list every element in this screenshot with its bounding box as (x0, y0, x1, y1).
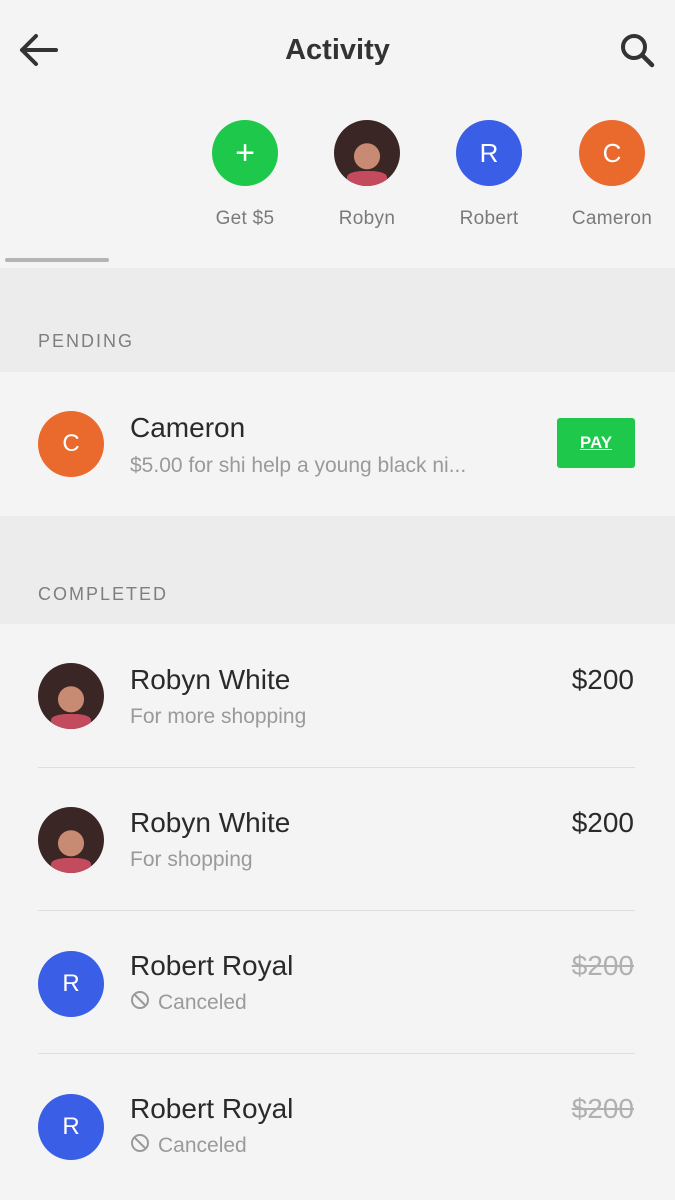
status-text: Canceled (158, 1134, 247, 1157)
recent-contacts: + Get $5 Robyn R Robert C Cameron (0, 118, 675, 238)
avatar: R (38, 951, 104, 1017)
canceled-icon (130, 1133, 150, 1159)
status-text: Canceled (158, 991, 247, 1014)
payment-note: $5.00 for shi help a young black ni... (130, 454, 467, 477)
contact-robyn[interactable]: Robyn (307, 118, 427, 230)
amount: $200 (571, 807, 634, 838)
transaction-row[interactable]: Robyn White For more shopping $200 (0, 624, 675, 764)
payment-note: For shopping (130, 848, 253, 871)
avatar (334, 120, 400, 186)
contact-label: Get $5 (215, 208, 275, 229)
contact-label: Robyn (338, 208, 396, 229)
search-button[interactable] (617, 32, 657, 72)
avatar (38, 663, 104, 729)
header: Activity (0, 0, 675, 100)
section-label: COMPLETED (38, 584, 169, 604)
payment-note: For more shopping (130, 705, 307, 728)
amount: $200 (571, 1093, 634, 1124)
avatar: C (579, 120, 645, 186)
canceled-icon (130, 990, 150, 1016)
contact-robert[interactable]: R Robert (429, 118, 549, 230)
amount: $200 (571, 664, 634, 695)
status-line: Canceled (130, 1133, 247, 1159)
transaction-row[interactable]: Robyn White For shopping $200 (0, 768, 675, 908)
transaction-row[interactable]: R Robert Royal Canceled $200 (0, 1054, 675, 1194)
contact-get-5[interactable]: + Get $5 (185, 118, 305, 230)
payee-name: Robert Royal (130, 950, 294, 981)
pending-section-header: PENDING (0, 268, 675, 372)
plus-icon: + (212, 120, 278, 186)
completed-section-header: COMPLETED (0, 516, 675, 624)
transaction-row[interactable]: R Robert Royal Canceled $200 (0, 911, 675, 1051)
pay-button[interactable]: PAY (557, 418, 635, 468)
search-icon (619, 32, 655, 73)
payee-name: Robert Royal (130, 1093, 294, 1124)
avatar: R (456, 120, 522, 186)
page-title: Activity (285, 34, 390, 66)
status-line: Canceled (130, 990, 247, 1016)
contact-label: Cameron (571, 208, 653, 229)
avatar (38, 807, 104, 873)
amount: $200 (571, 950, 634, 981)
payee-name: Robyn White (130, 807, 291, 838)
avatar: C (38, 411, 104, 477)
avatar: R (38, 1094, 104, 1160)
payee-name: Robyn White (130, 664, 291, 695)
scroll-indicator (5, 258, 109, 262)
payee-name: Cameron (130, 412, 246, 443)
section-label: PENDING (38, 331, 135, 351)
contact-cameron[interactable]: C Cameron (552, 118, 672, 230)
contact-label: Robert (459, 208, 519, 229)
